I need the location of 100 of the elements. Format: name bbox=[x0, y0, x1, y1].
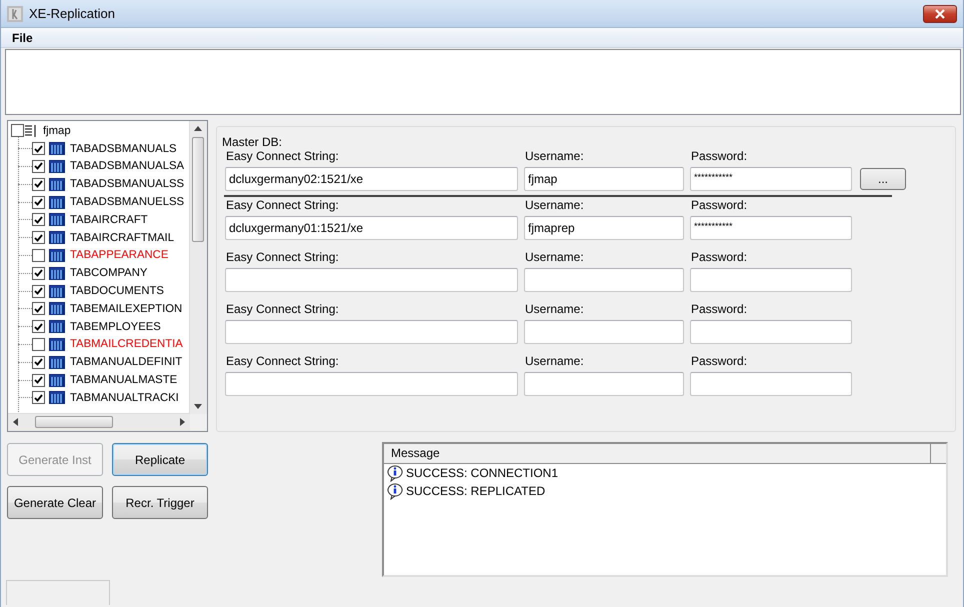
tree-item[interactable]: TABAIRCRAFT bbox=[70, 214, 148, 226]
checkbox[interactable] bbox=[32, 356, 45, 369]
password-field[interactable] bbox=[690, 372, 852, 396]
tree-item[interactable]: TABEMAILEXEPTION bbox=[70, 302, 182, 315]
vertical-scrollbar[interactable] bbox=[189, 121, 207, 414]
horizontal-scrollbar[interactable] bbox=[8, 413, 190, 431]
username-field[interactable]: fjmap bbox=[524, 167, 684, 191]
scroll-down-icon[interactable] bbox=[194, 404, 202, 409]
username-field[interactable] bbox=[524, 268, 684, 292]
username-field[interactable]: fjmaprep bbox=[524, 216, 684, 240]
field-label: Password: bbox=[690, 354, 748, 370]
table-icon bbox=[49, 196, 65, 209]
password-field[interactable]: *********** bbox=[690, 216, 852, 240]
section-label: Master DB: bbox=[222, 135, 284, 149]
checkbox[interactable] bbox=[32, 302, 45, 316]
scroll-up-icon[interactable] bbox=[194, 126, 202, 131]
field-label: Easy Connect String: bbox=[225, 149, 340, 165]
action-button[interactable]: Replicate bbox=[112, 443, 208, 476]
table-icon bbox=[49, 374, 65, 387]
table-icon bbox=[49, 160, 65, 173]
checkbox[interactable] bbox=[32, 196, 45, 209]
field-label: Easy Connect String: bbox=[225, 302, 340, 318]
output-box[interactable] bbox=[5, 49, 961, 115]
field-label: Password: bbox=[690, 250, 748, 266]
field-label: Password: bbox=[690, 149, 748, 165]
tree-item[interactable]: TABADSBMANUELSS bbox=[70, 196, 184, 208]
checkbox[interactable] bbox=[32, 374, 45, 387]
checkbox[interactable] bbox=[32, 266, 45, 280]
app-icon bbox=[7, 6, 23, 22]
connect-string-field[interactable]: dcluxgermany02:1521/xe bbox=[225, 167, 518, 191]
table-icon bbox=[49, 178, 65, 191]
action-button[interactable]: Generate Clear bbox=[7, 486, 103, 519]
checkbox[interactable] bbox=[32, 248, 45, 262]
password-field[interactable] bbox=[690, 268, 852, 292]
table-icon bbox=[49, 284, 65, 298]
info-icon bbox=[387, 464, 404, 482]
checkbox[interactable] bbox=[32, 231, 45, 244]
tree-item[interactable]: TABMANUALTRACKI bbox=[70, 392, 179, 404]
connect-string-field[interactable] bbox=[225, 320, 518, 344]
checkbox[interactable] bbox=[32, 320, 45, 334]
username-field[interactable] bbox=[524, 372, 684, 396]
checkbox[interactable] bbox=[11, 124, 24, 138]
username-field[interactable] bbox=[524, 320, 684, 344]
field-label: Easy Connect String: bbox=[225, 354, 340, 370]
message-text: SUCCESS: REPLICATED bbox=[406, 484, 546, 498]
table-icon bbox=[49, 302, 65, 316]
table-icon bbox=[49, 248, 65, 262]
tree-item[interactable]: TABCOMPANY bbox=[70, 267, 148, 280]
tree-item[interactable]: TABMANUALDEFINIT bbox=[70, 356, 182, 368]
field-label: Easy Connect String: bbox=[225, 250, 340, 266]
field-label: Username: bbox=[524, 302, 585, 318]
tree-item[interactable]: fjmap bbox=[43, 124, 71, 137]
scroll-right-icon[interactable] bbox=[180, 418, 185, 426]
tree-item[interactable]: TABADSBMANUALSS bbox=[70, 178, 184, 190]
scrollbar-thumb[interactable] bbox=[192, 137, 204, 242]
checkbox[interactable] bbox=[32, 178, 45, 191]
tree-item[interactable]: TABAIRCRAFTMAIL bbox=[70, 232, 174, 244]
field-label: Easy Connect String: bbox=[225, 198, 340, 214]
tree-item[interactable]: TABMANUALMASTE bbox=[70, 374, 178, 386]
tree-item[interactable]: TABEMPLOYEES bbox=[70, 320, 161, 333]
tree-item[interactable]: TABAPPEARANCE bbox=[70, 249, 168, 262]
table-icon bbox=[49, 356, 65, 369]
close-icon bbox=[934, 8, 946, 18]
action-button[interactable]: Recr. Trigger bbox=[112, 486, 208, 519]
checkbox[interactable] bbox=[32, 391, 45, 404]
menu-item[interactable]: File bbox=[1, 30, 39, 44]
table-icon bbox=[49, 338, 65, 351]
checkbox[interactable] bbox=[32, 142, 45, 156]
scrollbar-thumb[interactable] bbox=[35, 416, 113, 428]
password-field[interactable]: *********** bbox=[690, 167, 852, 191]
tree-item[interactable]: TABADSBMANUALSA bbox=[70, 160, 184, 172]
field-label: Username: bbox=[524, 354, 585, 370]
connect-string-field[interactable] bbox=[225, 268, 518, 292]
scroll-left-icon[interactable] bbox=[13, 418, 18, 426]
field-label: Username: bbox=[524, 250, 585, 266]
field-label: Password: bbox=[690, 302, 748, 318]
table-icon bbox=[49, 213, 65, 226]
password-field[interactable] bbox=[690, 320, 852, 344]
table-icon bbox=[49, 142, 65, 156]
browse-button[interactable]: ... bbox=[860, 168, 906, 190]
checkbox[interactable] bbox=[32, 213, 45, 226]
message-text: SUCCESS: CONNECTION1 bbox=[406, 466, 558, 480]
list-icon bbox=[24, 124, 38, 138]
field-label: Password: bbox=[690, 198, 748, 214]
field-label: Username: bbox=[524, 198, 585, 214]
scrollbar-corner bbox=[190, 414, 207, 431]
checkbox[interactable] bbox=[32, 284, 45, 298]
tree-item[interactable]: TABADSBMANUALS bbox=[70, 142, 177, 155]
tree-item[interactable]: TABDOCUMENTS bbox=[70, 285, 164, 298]
connect-string-field[interactable]: dcluxgermany01:1521/xe bbox=[225, 216, 518, 240]
table-icon bbox=[49, 266, 65, 280]
table-icon bbox=[49, 320, 65, 334]
tree-item[interactable]: TABMAILCREDENTIA bbox=[70, 338, 183, 350]
info-icon bbox=[387, 482, 404, 500]
checkbox[interactable] bbox=[32, 160, 45, 173]
checkbox[interactable] bbox=[32, 338, 45, 351]
table-icon bbox=[49, 391, 65, 404]
connect-string-field[interactable] bbox=[225, 372, 518, 396]
close-button[interactable] bbox=[923, 4, 957, 22]
table-icon bbox=[49, 231, 65, 244]
